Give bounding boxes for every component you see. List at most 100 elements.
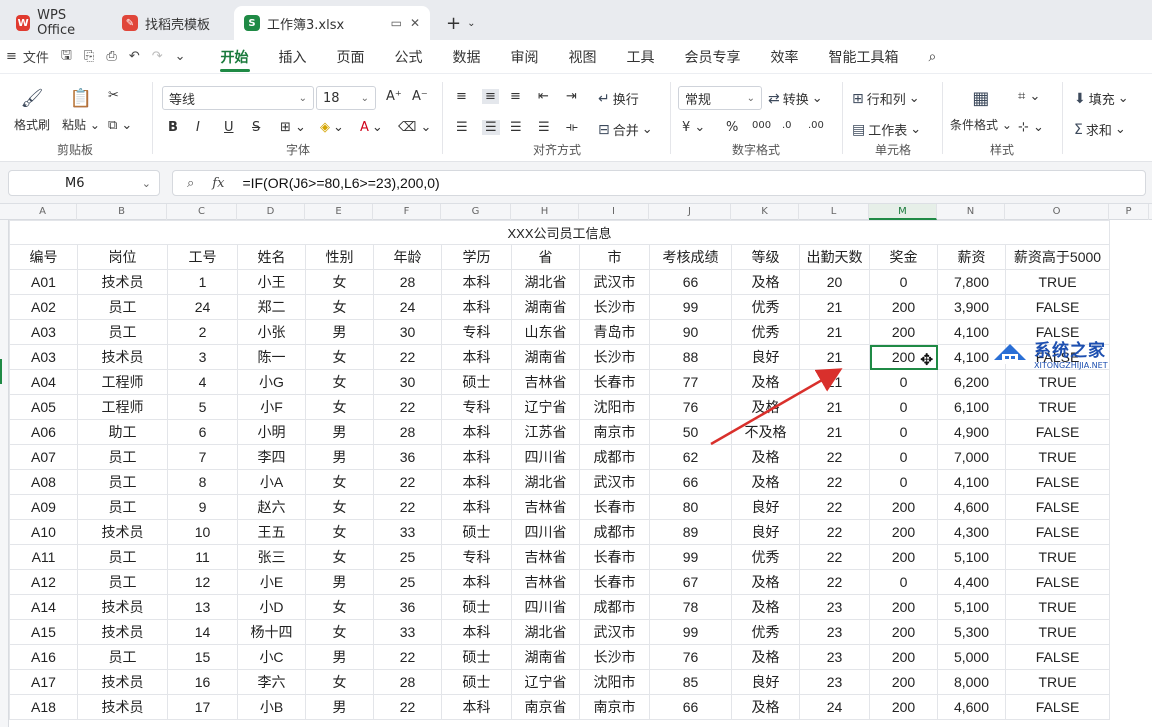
table-cell[interactable]: 员工 — [77, 319, 168, 345]
table-cell[interactable]: A06 — [9, 419, 78, 445]
header-cell[interactable]: 考核成绩 — [649, 244, 732, 270]
table-cell[interactable]: 小G — [237, 369, 306, 395]
font-color-icon[interactable]: A ⌄ — [360, 120, 383, 135]
table-cell[interactable]: 湖南省 — [511, 344, 580, 370]
table-cell[interactable]: 0 — [869, 444, 938, 470]
table-cell[interactable]: 女 — [305, 294, 374, 320]
table-cell[interactable]: 66 — [649, 469, 732, 495]
table-cell[interactable]: 11 — [167, 544, 238, 570]
new-tab-icon[interactable]: + — [446, 13, 461, 34]
table-cell[interactable]: 22 — [373, 694, 442, 720]
conditional-format-button[interactable]: ▦ 条件格式 ⌄ — [950, 86, 1012, 133]
table-cell[interactable]: TRUE — [1005, 619, 1110, 645]
table-cell[interactable]: 本科 — [441, 469, 512, 495]
table-cell[interactable]: 小张 — [237, 319, 306, 345]
table-cell[interactable]: 及格 — [731, 394, 800, 420]
table-cell[interactable]: 辽宁省 — [511, 394, 580, 420]
table-cell[interactable]: 工程师 — [77, 394, 168, 420]
table-cell[interactable]: TRUE — [1005, 394, 1110, 420]
table-cell[interactable]: TRUE — [1005, 444, 1110, 470]
table-cell[interactable]: 员工 — [77, 294, 168, 320]
menu-insert[interactable]: 插入 — [264, 40, 322, 74]
table-cell[interactable]: 85 — [649, 669, 732, 695]
table-cell[interactable]: 21 — [799, 394, 870, 420]
table-cell[interactable]: 专科 — [441, 544, 512, 570]
table-cell[interactable]: 28 — [373, 419, 442, 445]
table-cell[interactable]: TRUE — [1005, 269, 1110, 295]
table-cell[interactable]: 长春市 — [579, 494, 650, 520]
table-cell[interactable]: A09 — [9, 494, 78, 520]
table-cell[interactable]: A03 — [9, 344, 78, 370]
table-cell[interactable]: 工程师 — [77, 369, 168, 395]
table-cell[interactable]: 24 — [373, 294, 442, 320]
table-cell[interactable]: 6 — [167, 419, 238, 445]
table-cell[interactable]: 4 — [167, 369, 238, 395]
header-cell[interactable]: 奖金 — [869, 244, 938, 270]
table-cell[interactable]: 23 — [799, 594, 870, 620]
table-cell[interactable]: TRUE — [1005, 594, 1110, 620]
table-cell[interactable]: 23 — [799, 669, 870, 695]
table-cell[interactable]: 24 — [799, 694, 870, 720]
table-cell[interactable]: 男 — [305, 419, 374, 445]
zoom-icon[interactable]: ⌕ — [187, 176, 194, 191]
column-header-d[interactable]: D — [237, 204, 305, 220]
table-cell[interactable]: 30 — [373, 319, 442, 345]
table-cell[interactable]: 15 — [167, 644, 238, 670]
table-cell[interactable]: 四川省 — [511, 519, 580, 545]
rows-cols-button[interactable]: ⊞ 行和列 ⌄ — [852, 89, 920, 109]
table-cell[interactable]: 女 — [305, 469, 374, 495]
column-header-m[interactable]: M — [869, 204, 937, 220]
table-cell[interactable]: 长沙市 — [579, 294, 650, 320]
table-cell[interactable]: 33 — [373, 519, 442, 545]
table-cell[interactable]: 女 — [305, 344, 374, 370]
table-cell[interactable]: 江苏省 — [511, 419, 580, 445]
table-cell[interactable]: 硕士 — [441, 594, 512, 620]
print-icon[interactable]: ⎙ — [106, 49, 116, 64]
menu-home[interactable]: 开始 — [206, 40, 264, 74]
number-format-select[interactable]: 常规 ⌄ — [678, 86, 762, 110]
table-cell[interactable]: 22 — [373, 494, 442, 520]
header-cell[interactable]: 工号 — [167, 244, 238, 270]
table-cell[interactable]: 女 — [305, 669, 374, 695]
table-cell[interactable]: 28 — [373, 269, 442, 295]
table-cell[interactable]: 四川省 — [511, 594, 580, 620]
table-cell[interactable]: 小B — [237, 694, 306, 720]
table-cell[interactable]: 28 — [373, 669, 442, 695]
table-cell[interactable]: 9 — [167, 494, 238, 520]
table-cell[interactable]: 小E — [237, 569, 306, 595]
table-cell[interactable]: 成都市 — [579, 444, 650, 470]
header-cell[interactable]: 市 — [579, 244, 650, 270]
table-cell[interactable]: 长春市 — [579, 569, 650, 595]
table-cell[interactable]: 22 — [799, 569, 870, 595]
menu-tools[interactable]: 工具 — [612, 40, 670, 74]
table-cell[interactable]: 四川省 — [511, 444, 580, 470]
increase-font-icon[interactable]: A⁺ — [386, 89, 402, 104]
table-cell[interactable]: 陈一 — [237, 344, 306, 370]
table-cell[interactable]: 男 — [305, 569, 374, 595]
table-cell[interactable]: 23 — [799, 619, 870, 645]
header-cell[interactable]: 薪资高于5000 — [1005, 244, 1110, 270]
header-cell[interactable]: 岗位 — [77, 244, 168, 270]
table-cell[interactable]: FALSE — [1005, 494, 1110, 520]
table-cell[interactable]: 本科 — [441, 269, 512, 295]
table-cell[interactable]: 17 — [167, 694, 238, 720]
table-cell[interactable]: 36 — [373, 444, 442, 470]
table-cell[interactable]: 湖南省 — [511, 644, 580, 670]
table-cell[interactable]: A14 — [9, 594, 78, 620]
table-cell[interactable]: 10 — [167, 519, 238, 545]
table-cell[interactable]: 女 — [305, 519, 374, 545]
table-cell[interactable]: A12 — [9, 569, 78, 595]
table-cell[interactable]: A10 — [9, 519, 78, 545]
copy-icon[interactable]: ⧉ ⌄ — [108, 118, 132, 133]
table-cell[interactable]: 硕士 — [441, 644, 512, 670]
table-cell[interactable]: FALSE — [1005, 469, 1110, 495]
table-cell[interactable]: 员工 — [77, 469, 168, 495]
indent-decrease-icon[interactable]: ⇤ — [538, 89, 549, 104]
table-cell[interactable]: 及格 — [731, 469, 800, 495]
table-cell[interactable]: 4,600 — [937, 694, 1006, 720]
table-cell[interactable]: 员工 — [77, 444, 168, 470]
table-cell[interactable]: A08 — [9, 469, 78, 495]
menu-page[interactable]: 页面 — [322, 40, 380, 74]
table-cell[interactable]: 技术员 — [77, 619, 168, 645]
table-cell[interactable]: 36 — [373, 594, 442, 620]
